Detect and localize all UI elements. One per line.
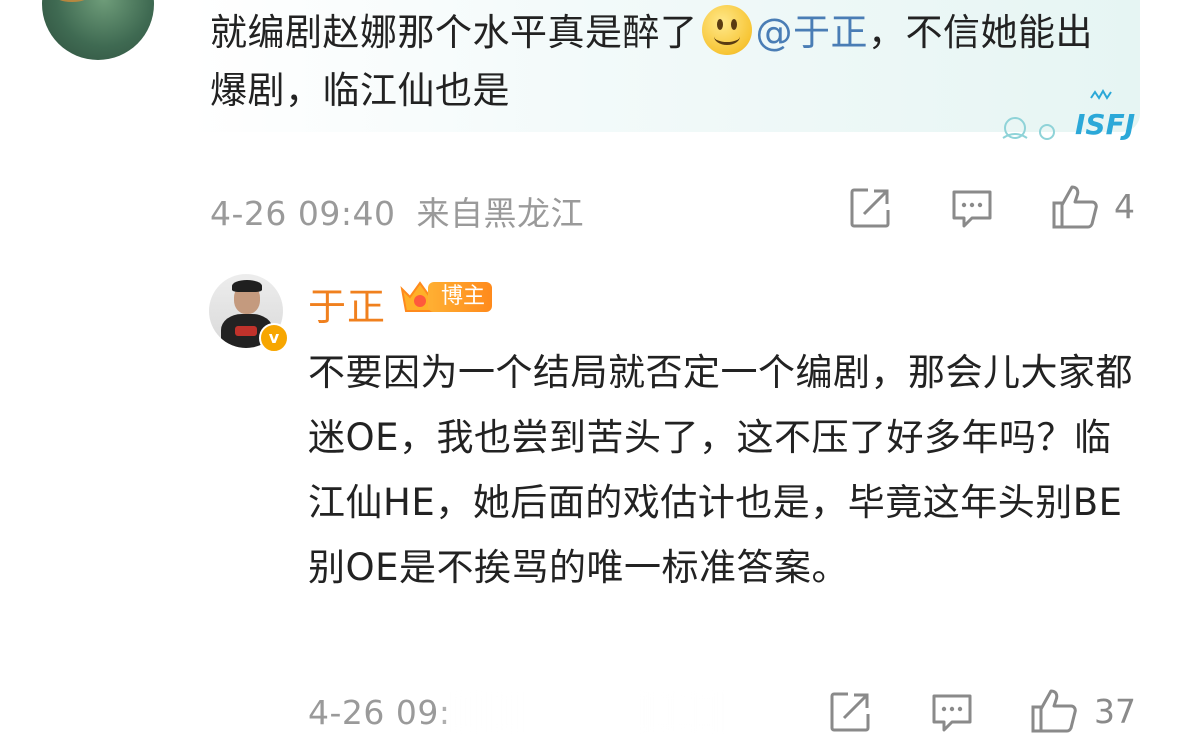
comment-icon[interactable] [930,690,974,734]
comment-text-part1: 就编剧赵娜那个水平真是醉了 [210,11,698,54]
comment-timestamp: 4-26 09:40 [210,194,396,233]
like-count: 37 [1094,692,1136,731]
comment-location: 来自黑龙江 [416,194,584,233]
thumbs-up-icon[interactable] [1050,183,1098,231]
like-count: 4 [1114,187,1135,226]
comment-meta: 4-26 09:40 来自黑龙江 [210,187,584,235]
share-icon[interactable] [828,690,872,734]
comment-text: 就编剧赵娜那个水平真是醉了 @于正，不信她能出爆剧，临江仙也是 [210,4,1130,120]
share-icon[interactable] [848,186,892,230]
reply-timestamp: 4-26 09: [308,693,451,732]
blurred-location [440,692,730,732]
reply-text: 不要因为一个结局就否定一个编剧，那会儿大家都迷OE，我也尝到苦头了，这不压了好多… [308,351,1133,589]
isfj-sticker: ISFJ [1002,88,1135,141]
reply-username[interactable]: 于正 [308,276,386,331]
badge-label: 博主 [428,282,492,312]
reply-meta: 4-26 09: [308,693,451,732]
sticker-text: ISFJ [1075,108,1135,141]
smile-emoji-icon [701,5,752,55]
mention-link[interactable]: @于正 [756,11,869,54]
thumbs-up-icon[interactable] [1029,687,1077,735]
verified-icon: v [259,323,289,353]
blogger-badge: 博主 [398,277,494,317]
commenter-avatar[interactable] [42,0,154,60]
comment-icon[interactable] [950,186,994,230]
